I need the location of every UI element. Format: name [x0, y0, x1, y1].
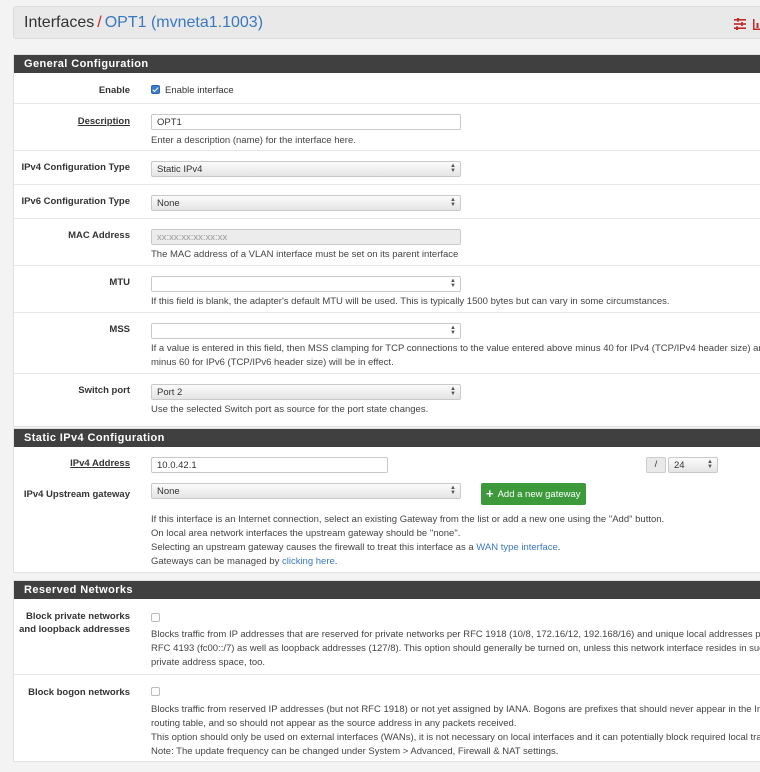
plus-icon: +	[486, 486, 494, 501]
block-private-label: Block private networks and loopback addr…	[19, 611, 130, 635]
cidr-select[interactable]: 24 ▲ ▼	[668, 457, 718, 473]
page-header: Interfaces / OPT1 (mvneta1.1003)	[13, 6, 760, 39]
mtu-row: MTU ▲ ▼ If this field is blank, the adapt…	[14, 265, 760, 312]
manage-gateways-link[interactable]: clicking here	[282, 556, 335, 567]
mtu-help: If this field is blank, the adapter's de…	[151, 296, 670, 307]
breadcrumb-interfaces[interactable]: Interfaces	[24, 14, 94, 31]
block-bogon-label: Block bogon networks	[28, 687, 130, 698]
panel-heading-static-ipv4: Static IPv4 Configuration	[14, 429, 760, 447]
enable-row: Enable Enable interface	[14, 73, 760, 103]
general-configuration-panel: General Configuration Enable Enable inte…	[13, 54, 760, 427]
block-bogon-help-line-3: This option should only be used on exter…	[151, 732, 760, 743]
mtu-input[interactable]: ▲ ▼	[151, 276, 461, 292]
ipv4-address-row: IPv4 Address 10.0.42.1 / 24 ▲ ▼	[14, 447, 760, 475]
mss-input[interactable]: ▲ ▼	[151, 323, 461, 339]
switch-port-label: Switch port	[78, 385, 130, 396]
switch-port-row: Switch port Port 2 ▲ ▼ Use the selected S…	[14, 373, 760, 427]
enable-checkbox[interactable]	[151, 85, 160, 94]
block-private-help-line-1: Blocks traffic from IP addresses that ar…	[151, 629, 760, 640]
mac-help: The MAC address of a VLAN interface must…	[151, 249, 459, 260]
mss-help-line-1: If a value is entered in this field, the…	[151, 343, 760, 354]
switch-port-select[interactable]: Port 2 ▲ ▼	[151, 384, 461, 400]
select-arrows-icon: ▲ ▼	[450, 386, 456, 397]
panel-heading-general: General Configuration	[14, 55, 760, 73]
mss-help-line-2: minus 60 for IPv6 (TCP/IPv6 header size)…	[151, 357, 394, 368]
reserved-networks-panel: Reserved Networks Block private networks…	[13, 580, 760, 762]
chart-icon[interactable]	[753, 18, 760, 30]
description-row: Description OPT1 Enter a description (na…	[14, 103, 760, 150]
description-help: Enter a description (name) for the inter…	[151, 135, 356, 146]
ipv6-type-value: None	[157, 198, 180, 209]
ipv4-type-value: Static IPv4	[157, 164, 203, 175]
enable-checkbox-label[interactable]: Enable interface	[165, 84, 234, 97]
ipv4-type-label: IPv4 Configuration Type	[21, 162, 130, 173]
mac-row: MAC Address xx:xx:xx:xx:xx:xx The MAC ad…	[14, 218, 760, 265]
breadcrumb-separator: /	[97, 14, 102, 31]
static-ipv4-panel: Static IPv4 Configuration IPv4 Address 1…	[13, 428, 760, 573]
ipv4-gateway-row: IPv4 Upstream gateway None ▲ ▼ + Add a new…	[14, 475, 760, 573]
select-arrows-icon: ▲ ▼	[707, 459, 713, 470]
mss-label: MSS	[109, 324, 130, 335]
block-private-help-line-2: RFC 4193 (fc00::/7) as well as loopback …	[151, 643, 760, 654]
mac-input: xx:xx:xx:xx:xx:xx	[151, 229, 461, 245]
gateway-help-line-2: On local area network interfaces the ups…	[151, 528, 461, 539]
add-gateway-button-label: Add a new gateway	[497, 489, 581, 500]
page-title: Interfaces / OPT1 (mvneta1.1003)	[24, 14, 263, 32]
select-arrows-icon: ▲ ▼	[450, 485, 456, 496]
block-private-checkbox[interactable]	[151, 613, 160, 622]
ipv4-gateway-label: IPv4 Upstream gateway	[23, 489, 130, 500]
block-private-row: Block private networks and loopback addr…	[14, 599, 760, 674]
ipv4-address-label: IPv4 Address	[70, 458, 130, 469]
ipv6-type-select[interactable]: None ▲ ▼	[151, 195, 461, 211]
ipv6-type-label: IPv6 Configuration Type	[21, 196, 130, 207]
description-input[interactable]: OPT1	[151, 114, 461, 130]
mtu-label: MTU	[109, 277, 130, 288]
switch-port-value: Port 2	[157, 387, 183, 398]
wan-type-interface-link[interactable]: WAN type interface	[476, 542, 557, 553]
switch-port-help: Use the selected Switch port as source f…	[151, 404, 429, 415]
panel-heading-reserved: Reserved Networks	[14, 581, 760, 599]
cidr-slash: /	[646, 457, 666, 473]
ipv6-type-row: IPv6 Configuration Type None ▲ ▼	[14, 184, 760, 218]
ipv4-type-row: IPv4 Configuration Type Static IPv4 ▲ ▼	[14, 150, 760, 184]
block-bogon-row: Block bogon networks Blocks traffic from…	[14, 674, 760, 762]
ipv4-gateway-select[interactable]: None ▲ ▼	[151, 483, 461, 499]
gateway-help-line-1: If this interface is an Internet connect…	[151, 514, 665, 525]
block-bogon-help-line-2: routing table, and so should not appear …	[151, 718, 517, 729]
block-bogon-checkbox[interactable]	[151, 687, 160, 696]
select-arrows-icon: ▲ ▼	[450, 197, 456, 208]
enable-label: Enable	[98, 85, 130, 96]
settings-sliders-icon[interactable]	[734, 18, 746, 30]
select-arrows-icon: ▲ ▼	[450, 163, 456, 174]
gateway-help-line-3: Selecting an upstream gateway causes the…	[151, 542, 561, 553]
spinner-arrows-icon[interactable]: ▲ ▼	[450, 278, 456, 289]
ipv4-address-input[interactable]: 10.0.42.1	[151, 457, 388, 473]
spinner-arrows-icon[interactable]: ▲ ▼	[450, 325, 456, 336]
ipv4-type-select[interactable]: Static IPv4 ▲ ▼	[151, 161, 461, 177]
cidr-value: 24	[674, 460, 685, 471]
ipv4-gateway-value: None	[157, 486, 180, 497]
block-private-help-line-3: private address space, too.	[151, 657, 266, 668]
breadcrumb-current[interactable]: OPT1 (mvneta1.1003)	[105, 14, 263, 31]
block-bogon-help-line-1: Blocks traffic from reserved IP addresse…	[151, 704, 760, 715]
gateway-help-line-4: Gateways can be managed by clicking here…	[151, 556, 338, 567]
block-bogon-help-line-4: Note: The update frequency can be change…	[151, 746, 559, 757]
mac-label: MAC Address	[68, 230, 130, 241]
description-label: Description	[77, 116, 130, 127]
add-gateway-button[interactable]: + Add a new gateway	[481, 483, 586, 505]
mss-row: MSS ▲ ▼ If a value is entered in this fie…	[14, 312, 760, 373]
